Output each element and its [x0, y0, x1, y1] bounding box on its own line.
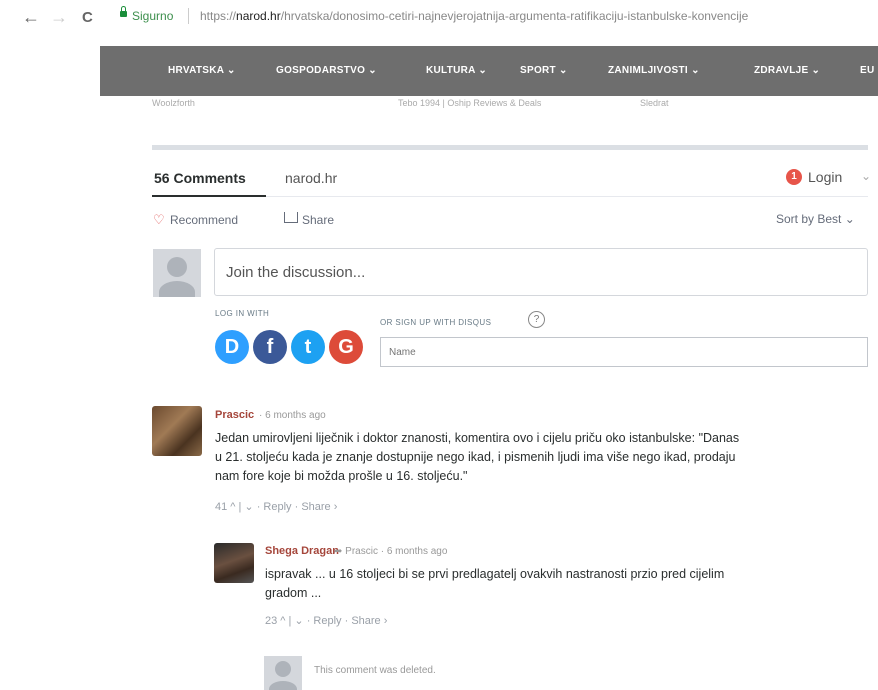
menu-item-gospodarstvo[interactable]: GOSPODARSTVO ⌄	[276, 65, 377, 76]
section-divider	[152, 145, 868, 150]
active-tab-indicator	[152, 195, 266, 197]
back-icon[interactable]: ←	[22, 8, 40, 26]
menu-item-kultura[interactable]: KULTURA ⌄	[426, 65, 487, 76]
deleted-comment-notice: This comment was deleted.	[314, 665, 436, 676]
notification-badge[interactable]: 1	[786, 169, 802, 185]
help-icon[interactable]: ?	[528, 311, 545, 328]
google-login-icon[interactable]: G	[329, 330, 363, 364]
lock-icon	[120, 6, 127, 17]
tab-forum[interactable]: narod.hr	[285, 170, 337, 186]
comment-placeholder: Join the discussion...	[226, 264, 366, 281]
comment-actions[interactable]: 23 ^ | ⌄ · Reply · Share ›	[265, 614, 387, 627]
url-path: /hrvatska/donosimo-cetiri-najnevjerojatn…	[280, 9, 749, 23]
deleted-avatar	[264, 656, 302, 690]
user-avatar	[153, 249, 201, 297]
menu-item-eu[interactable]: EU	[860, 65, 875, 76]
comment-author[interactable]: Prascic	[215, 409, 254, 421]
browser-toolbar: ← → C Sigurno https://narod.hr/hrvatska/…	[0, 0, 878, 34]
chevron-down-icon[interactable]: ⌄	[861, 169, 871, 183]
comment-line: nam fore koje bi možda prošle u 16. stol…	[215, 469, 468, 483]
comment-author[interactable]: Shega Dragan	[265, 545, 339, 557]
name-field[interactable]	[380, 337, 868, 367]
comment-body: Jedan umirovljeni liječnik i doktor znan…	[215, 429, 875, 486]
share-button[interactable]: Share	[302, 213, 334, 227]
sort-dropdown[interactable]: Sort by Best ⌄	[776, 212, 855, 226]
recommend-button[interactable]: Recommend	[170, 213, 238, 227]
commenter-avatar[interactable]	[152, 406, 202, 456]
heart-icon[interactable]: ♡	[153, 212, 165, 228]
log-in-with-label: LOG IN WITH	[215, 309, 270, 318]
comment-timestamp[interactable]: · 6 months ago	[259, 410, 326, 421]
comment-line: u 21. stoljeću kada je znanje dostupnije…	[215, 450, 736, 464]
address-bar[interactable]: https://narod.hr/hrvatska/donosimo-cetir…	[200, 9, 870, 23]
comment-line: ispravak ... u 16 stoljeci bi se prvi pr…	[265, 567, 725, 581]
commenter-avatar[interactable]	[214, 543, 254, 583]
menu-item-zanimljivosti[interactable]: ZANIMLJIVOSTI ⌄	[608, 65, 700, 76]
reply-to-meta[interactable]: ➦ Prascic · 6 months ago	[334, 546, 447, 557]
menu-item-zdravlje[interactable]: ZDRAVLJE ⌄	[754, 65, 820, 76]
disqus-login-icon[interactable]: D	[215, 330, 249, 364]
twitter-login-icon[interactable]: t	[291, 330, 325, 364]
site-menu-bar: HRVATSKA ⌄ GOSPODARSTVO ⌄ KULTURA ⌄ SPOR…	[100, 46, 878, 96]
ad-link[interactable]: Sledrat	[640, 98, 669, 108]
forward-icon[interactable]: →	[50, 8, 68, 26]
login-button[interactable]: Login	[808, 169, 842, 185]
ad-link[interactable]: Woolzforth	[152, 98, 195, 108]
secure-label: Sigurno	[132, 9, 174, 23]
url-scheme: https://	[200, 9, 237, 23]
menu-item-hrvatska[interactable]: HRVATSKA ⌄	[168, 65, 236, 76]
tab-comments[interactable]: 56 Comments	[154, 170, 246, 186]
ad-link[interactable]: Tebo 1994 | Oship Reviews & Deals	[398, 98, 541, 108]
address-separator	[188, 8, 189, 24]
comment-actions[interactable]: 41 ^ | ⌄ · Reply · Share ›	[215, 500, 337, 513]
url-domain: narod.hr	[236, 9, 281, 23]
comment-line: gradom ...	[265, 586, 322, 600]
reload-icon[interactable]: C	[82, 9, 93, 27]
sign-up-label: OR SIGN UP WITH DISQUS	[380, 318, 492, 327]
menu-item-sport[interactable]: SPORT ⌄	[520, 65, 568, 76]
comment-line: Jedan umirovljeni liječnik i doktor znan…	[215, 431, 740, 445]
share-icon[interactable]	[284, 212, 298, 223]
comment-body: ispravak ... u 16 stoljeci bi se prvi pr…	[265, 565, 865, 603]
facebook-login-icon[interactable]: f	[253, 330, 287, 364]
